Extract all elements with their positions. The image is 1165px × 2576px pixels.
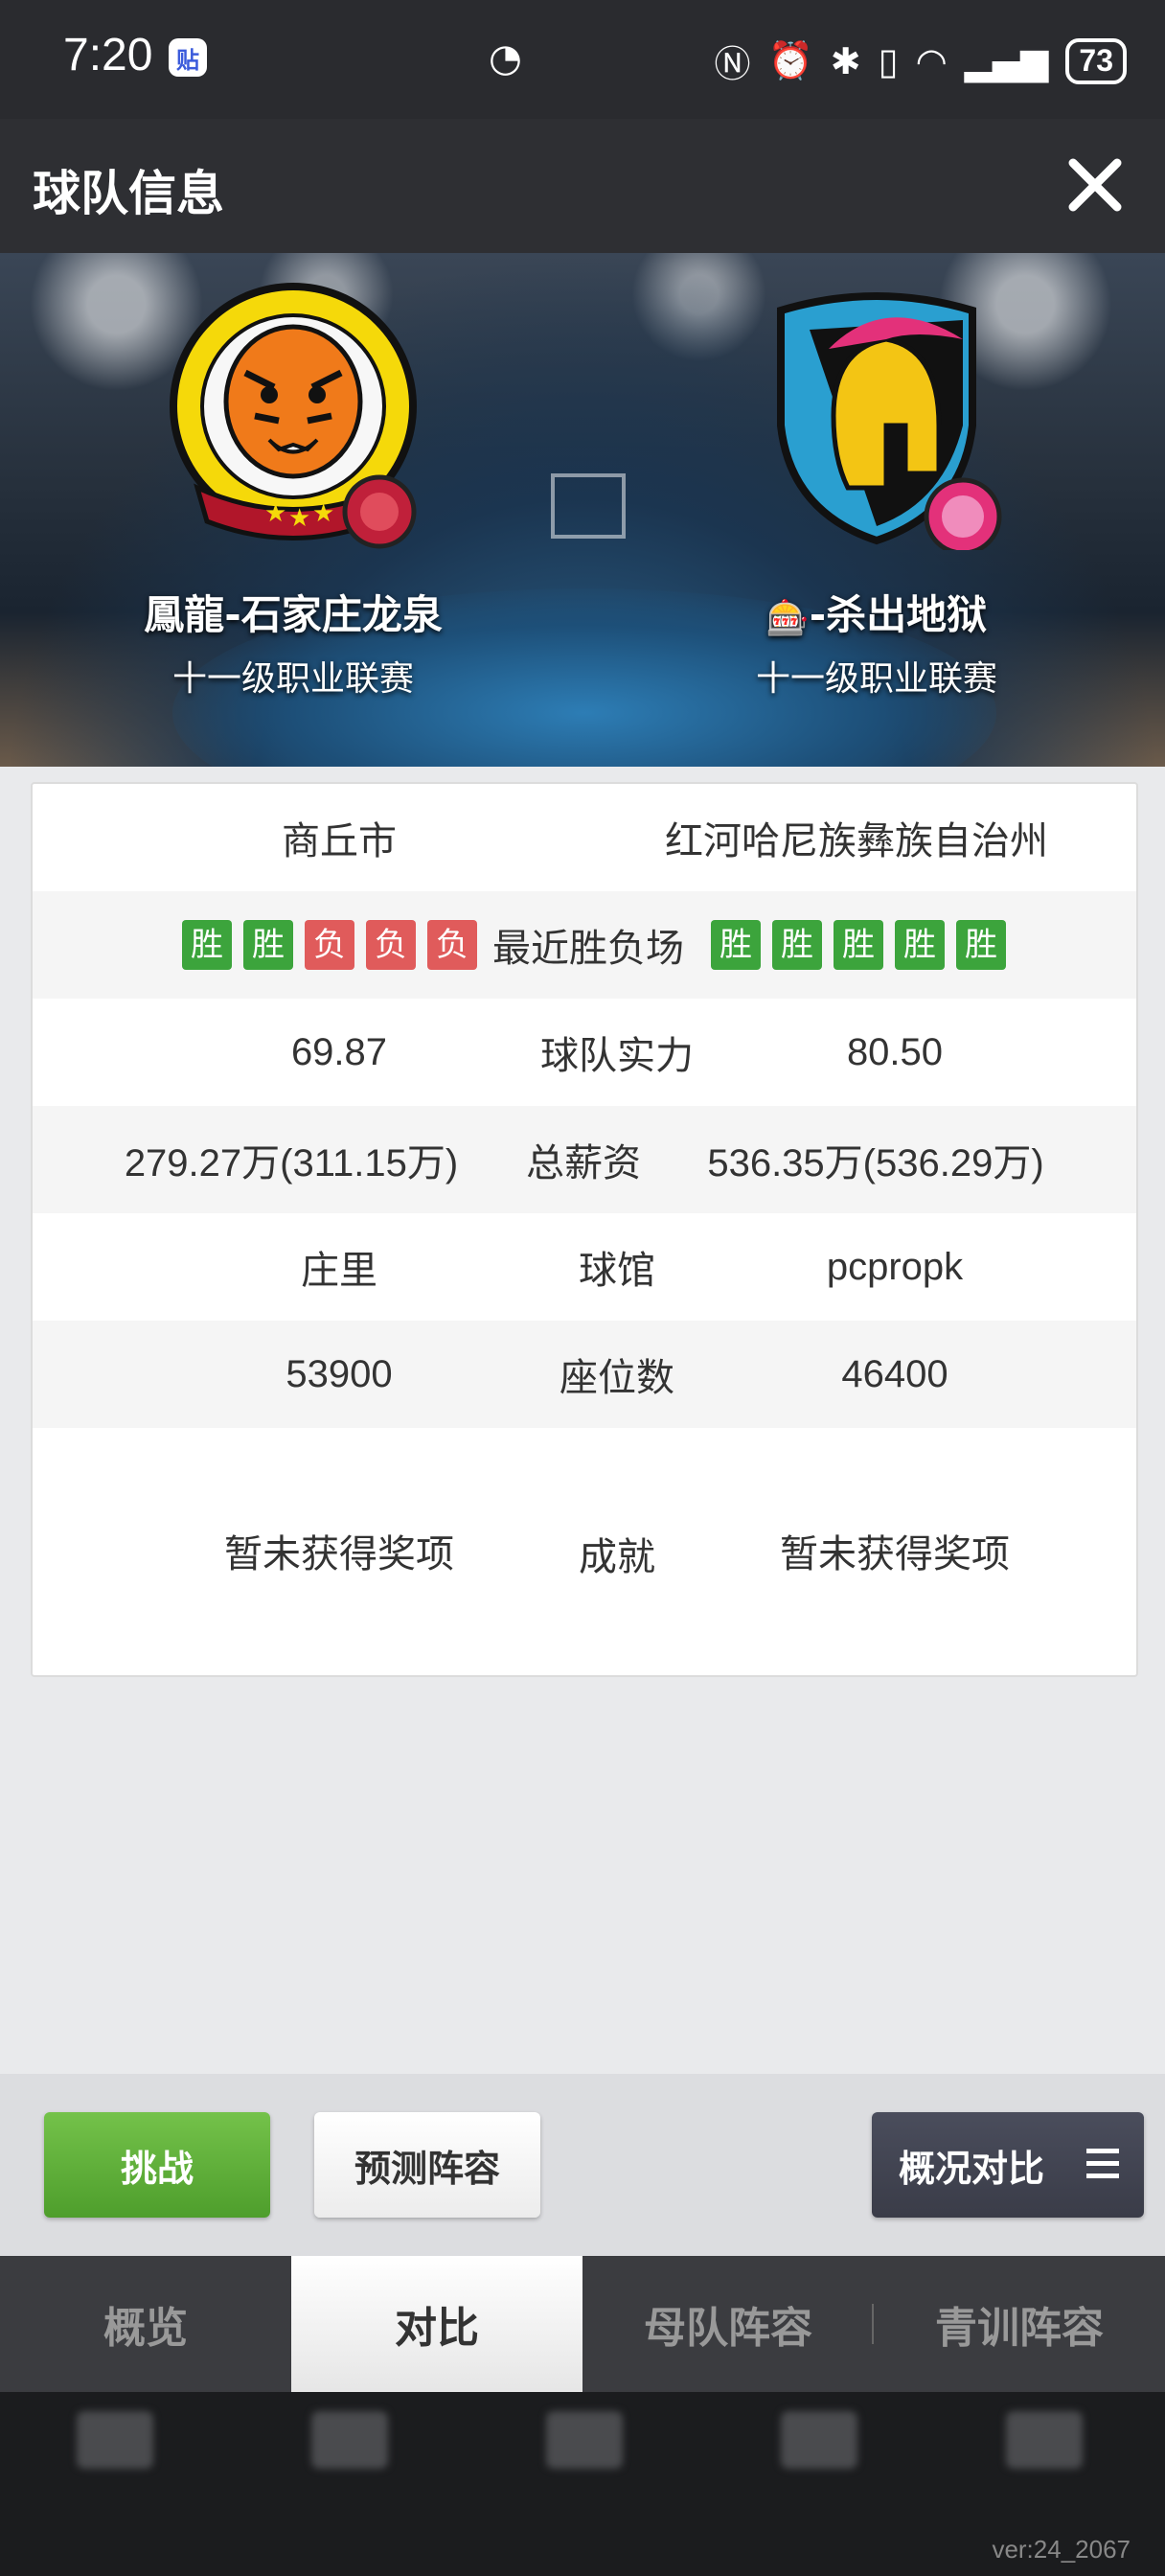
challenge-button[interactable]: 挑战 bbox=[44, 2112, 270, 2218]
slot-machine-icon: 🎰 bbox=[765, 598, 810, 638]
nav-item-blurred[interactable] bbox=[302, 2411, 398, 2555]
nav-item-blurred[interactable] bbox=[537, 2411, 632, 2555]
nav-blurred-icon bbox=[77, 2411, 153, 2469]
tab-label: 对比 bbox=[395, 2304, 479, 2353]
away-recent-results: 胜胜胜胜胜 bbox=[705, 920, 1050, 970]
bluetooth-icon: ✱ bbox=[830, 39, 861, 82]
page-title: 球队信息 bbox=[33, 166, 224, 221]
tab-compare[interactable]: 对比 bbox=[291, 2256, 582, 2392]
nav-blurred-icon bbox=[781, 2411, 857, 2469]
home-strength: 69.87 bbox=[290, 1030, 388, 1073]
predict-lineup-button[interactable]: 预测阵容 bbox=[314, 2112, 540, 2218]
tab-parent-lineup[interactable]: 母队阵容 bbox=[582, 2256, 874, 2392]
compare-row-seats: 53900 座位数 46400 bbox=[33, 1321, 1136, 1428]
close-icon[interactable] bbox=[1063, 153, 1127, 217]
alarm-icon: ⏰ bbox=[767, 39, 813, 81]
home-arena: 庄里 bbox=[301, 1250, 377, 1292]
compare-menu-label: 概况对比 bbox=[899, 2147, 1045, 2190]
result-badge: 胜 bbox=[895, 920, 945, 970]
app-notification-icon: 贴 bbox=[169, 38, 207, 77]
home-achievements: 暂未获得奖项 bbox=[224, 1533, 454, 1576]
tab-overview[interactable]: 概览 bbox=[0, 2256, 291, 2392]
away-arena: pcpropk bbox=[826, 1245, 964, 1288]
compare-menu-button[interactable]: 概况对比 bbox=[872, 2112, 1144, 2218]
away-seats: 46400 bbox=[841, 1352, 948, 1395]
nav-blurred-icon bbox=[1006, 2411, 1083, 2469]
data-saver-icon: ◔ bbox=[489, 36, 522, 80]
salary-label: 总薪资 bbox=[526, 1142, 641, 1184]
arena-label: 球馆 bbox=[579, 1250, 655, 1292]
wifi-icon: ◠ bbox=[915, 39, 948, 82]
page-header: 球队信息 bbox=[0, 119, 1165, 253]
away-team-name-text: -杀出地狱 bbox=[809, 591, 988, 638]
status-time: 7:20 bbox=[63, 30, 153, 80]
tab-label: 母队阵容 bbox=[644, 2304, 812, 2353]
result-badge: 负 bbox=[366, 920, 416, 970]
status-bar: 7:20 贴 ◔ Ⓝ ⏰ ✱ ▯ ◠ ▂▄▆ 73 bbox=[0, 0, 1165, 119]
signal-icon: ▂▄▆ bbox=[964, 39, 1049, 82]
nav-item-blurred[interactable] bbox=[996, 2411, 1092, 2555]
spartan-helmet-logo-icon[interactable] bbox=[742, 282, 1011, 556]
result-badge: 负 bbox=[427, 920, 477, 970]
compare-row-salary: 279.27万(311.15万) 总薪资 536.35万(536.29万) bbox=[33, 1106, 1136, 1213]
compare-row-city: 商丘市 红河哈尼族彝族自治州 bbox=[33, 784, 1136, 891]
nav-item-blurred[interactable] bbox=[67, 2411, 163, 2555]
home-team-league: 十一级职业联赛 bbox=[171, 659, 414, 699]
away-team-league: 十一级职业联赛 bbox=[755, 659, 997, 699]
home-city: 商丘市 bbox=[282, 820, 397, 862]
strength-label: 球队实力 bbox=[540, 1035, 694, 1077]
result-badge: 胜 bbox=[956, 920, 1006, 970]
battery-icon: 73 bbox=[1065, 37, 1127, 84]
status-icons: Ⓝ ⏰ ✱ ▯ ◠ ▂▄▆ 73 bbox=[714, 34, 1127, 87]
away-team-name: 🎰-杀出地狱 bbox=[656, 583, 1097, 641]
version-label: ver:24_2067 bbox=[992, 2535, 1131, 2564]
tab-youth-lineup[interactable]: 青训阵容 bbox=[874, 2256, 1165, 2392]
compare-row-achievements: 暂未获得奖项 成就 暂未获得奖项 bbox=[33, 1428, 1136, 1673]
away-strength: 80.50 bbox=[846, 1030, 944, 1073]
result-badge: 胜 bbox=[834, 920, 883, 970]
bottom-navigation: ver:24_2067 bbox=[0, 2392, 1165, 2576]
teams-banner: ★ ★ ★ 鳳龍-石家庄龙泉 十一级职业联赛 🎰-杀出地狱 十一级职业联赛 bbox=[0, 253, 1165, 767]
compare-card: 商丘市 红河哈尼族彝族自治州 胜胜负负负 最近胜负场 胜胜胜胜胜 69.87 球… bbox=[31, 782, 1138, 1677]
svg-text:★: ★ bbox=[264, 499, 286, 528]
tab-label: 概览 bbox=[103, 2304, 188, 2353]
tiger-logo-icon[interactable]: ★ ★ ★ bbox=[159, 282, 427, 550]
menu-icon bbox=[1086, 2149, 1119, 2178]
nfc-icon: Ⓝ bbox=[714, 43, 751, 85]
hoop-decoration bbox=[551, 473, 626, 539]
home-recent-results: 胜胜负负负 bbox=[157, 920, 483, 970]
result-badge: 负 bbox=[305, 920, 354, 970]
tab-label: 青训阵容 bbox=[935, 2304, 1104, 2353]
nav-blurred-icon bbox=[311, 2411, 388, 2469]
achievements-label: 成就 bbox=[579, 1536, 655, 1578]
nav-blurred-icon bbox=[546, 2411, 623, 2469]
recent-label: 最近胜负场 bbox=[492, 928, 684, 970]
away-salary: 536.35万(536.29万) bbox=[707, 1142, 1044, 1184]
away-city: 红河哈尼族彝族自治州 bbox=[665, 820, 1048, 862]
seats-label: 座位数 bbox=[560, 1357, 674, 1399]
tab-bar: 概览 对比 母队阵容 青训阵容 bbox=[0, 2256, 1165, 2392]
compare-row-strength: 69.87 球队实力 80.50 bbox=[33, 999, 1136, 1106]
away-achievements: 暂未获得奖项 bbox=[780, 1533, 1010, 1576]
result-badge: 胜 bbox=[772, 920, 822, 970]
compare-row-recent: 胜胜负负负 最近胜负场 胜胜胜胜胜 bbox=[33, 891, 1136, 999]
home-team-name: 鳳龍-石家庄龙泉 bbox=[144, 591, 443, 638]
compare-row-arena: 庄里 球馆 pcpropk bbox=[33, 1213, 1136, 1321]
action-bar: 挑战 预测阵容 概况对比 bbox=[0, 2074, 1165, 2256]
home-salary: 279.27万(311.15万) bbox=[124, 1142, 459, 1184]
away-team: 🎰-杀出地狱 十一级职业联赛 bbox=[656, 282, 1097, 701]
home-seats: 53900 bbox=[286, 1352, 393, 1395]
home-team: ★ ★ ★ 鳳龍-石家庄龙泉 十一级职业联赛 bbox=[73, 282, 514, 701]
svg-text:★: ★ bbox=[288, 504, 310, 533]
result-badge: 胜 bbox=[182, 920, 232, 970]
nav-item-blurred[interactable] bbox=[771, 2411, 867, 2555]
result-badge: 胜 bbox=[711, 920, 761, 970]
svg-text:★: ★ bbox=[312, 499, 334, 528]
vibrate-icon: ▯ bbox=[878, 39, 899, 82]
result-badge: 胜 bbox=[243, 920, 293, 970]
